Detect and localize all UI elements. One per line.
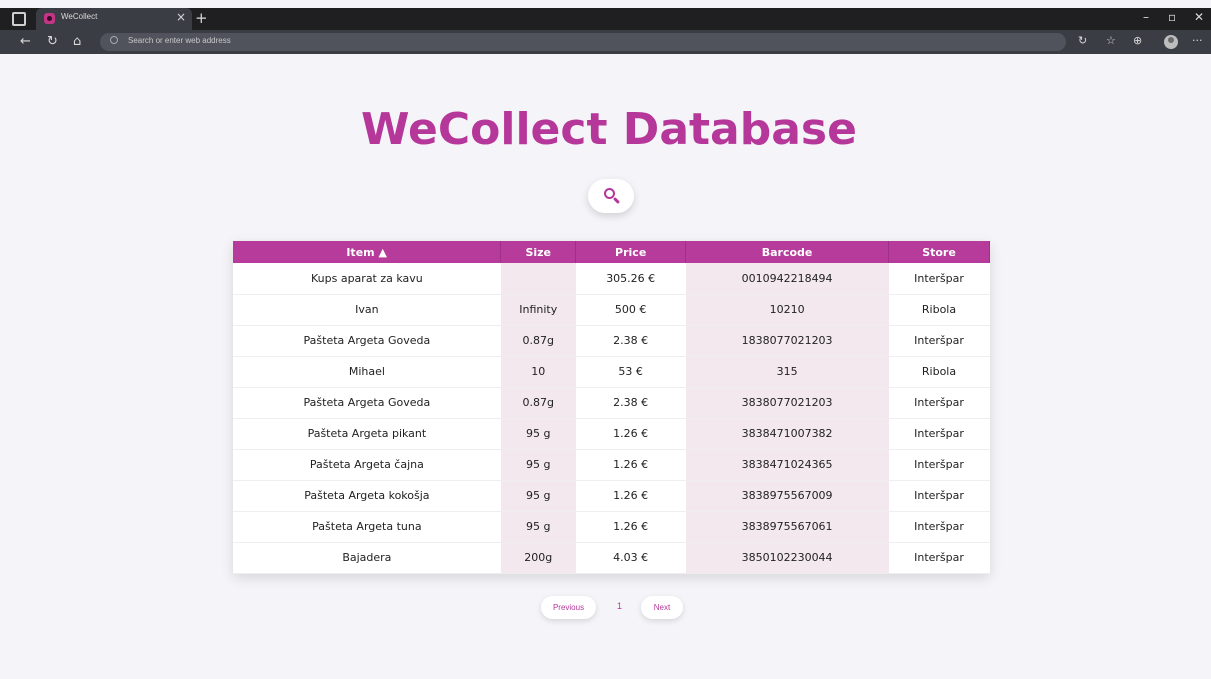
cell-barcode: 3838975567061 bbox=[685, 511, 889, 543]
back-icon[interactable]: ← bbox=[20, 34, 31, 49]
cell-price: 1.26 € bbox=[575, 480, 686, 512]
cell-store: Interšpar bbox=[888, 480, 990, 512]
address-placeholder: Search or enter web address bbox=[128, 36, 231, 45]
profile-avatar[interactable] bbox=[1164, 35, 1178, 49]
cell-store: Interšpar bbox=[888, 418, 990, 450]
cell-item: Pašteta Argeta čajna bbox=[233, 449, 501, 481]
cell-item: Mihael bbox=[233, 356, 501, 388]
items-table: Item ▲ Size Price Barcode Store Kups apa… bbox=[233, 241, 990, 574]
cell-item: Bajadera bbox=[233, 542, 501, 574]
column-header-size[interactable]: Size bbox=[500, 241, 577, 263]
tab-actions-icon[interactable] bbox=[12, 12, 26, 26]
cell-store: Interšpar bbox=[888, 263, 990, 295]
cell-size: 95 g bbox=[500, 449, 576, 481]
cell-item: Pašteta Argeta Goveda bbox=[233, 325, 501, 357]
column-header-item[interactable]: Item ▲ bbox=[233, 241, 502, 263]
collections-icon[interactable]: ⊕ bbox=[1133, 34, 1142, 47]
cell-store: Ribola bbox=[888, 294, 990, 326]
cell-price: 1.26 € bbox=[575, 418, 686, 450]
search-icon-handle bbox=[612, 196, 621, 205]
table-row: Pašteta Argeta čajna 95 g 1.26 €3838471024… bbox=[233, 449, 990, 481]
refresh-icon[interactable]: ↻ bbox=[47, 34, 58, 49]
cell-size: 95 g bbox=[500, 511, 576, 543]
tab-close-icon[interactable]: × bbox=[176, 10, 186, 24]
cell-item: Kups aparat za kavu bbox=[233, 263, 501, 295]
refresh-page-icon[interactable]: ↻ bbox=[1078, 34, 1087, 47]
current-page-number: 1 bbox=[617, 601, 623, 611]
address-input[interactable]: Search or enter web address bbox=[100, 33, 1066, 51]
home-icon[interactable]: ⌂ bbox=[73, 34, 81, 49]
cell-barcode: 3838471007382 bbox=[685, 418, 889, 450]
cell-price: 500 € bbox=[575, 294, 686, 326]
cell-price: 2.38 € bbox=[575, 325, 686, 357]
cell-item: Pašteta Argeta kokošja bbox=[233, 480, 501, 512]
cell-size bbox=[500, 263, 576, 295]
address-bar-row: ← ↻ ⌂ Search or enter web address ↻ ☆ ⊕ … bbox=[0, 30, 1211, 54]
tab-title: WeCollect bbox=[61, 12, 98, 21]
cell-size: 95 g bbox=[500, 418, 576, 450]
search-button[interactable] bbox=[588, 179, 634, 213]
cell-barcode: 10210 bbox=[685, 294, 889, 326]
table-row: Pašteta Argeta kokošja 95 g 1.26 €38389755… bbox=[233, 480, 990, 512]
site-favicon-icon bbox=[44, 13, 55, 24]
table-row: Pašteta Argeta pikant 95 g 1.26 €383847100… bbox=[233, 418, 990, 450]
cell-barcode: 1838077021203 bbox=[685, 325, 889, 357]
cell-size: 0.87g bbox=[500, 387, 576, 419]
next-page-button[interactable]: Next bbox=[641, 596, 683, 619]
browser-tab-bar: WeCollect × + – ▫ ✕ bbox=[0, 8, 1211, 30]
cell-price: 305.26 € bbox=[575, 263, 686, 295]
cell-size: Infinity bbox=[500, 294, 576, 326]
cell-item: Pašteta Argeta pikant bbox=[233, 418, 501, 450]
cell-store: Interšpar bbox=[888, 542, 990, 574]
cell-store: Interšpar bbox=[888, 511, 990, 543]
table-row: Pašteta Argeta Goveda 0.87g 2.38 €38380770… bbox=[233, 387, 990, 419]
cell-price: 4.03 € bbox=[575, 542, 686, 574]
cell-size: 0.87g bbox=[500, 325, 576, 357]
cell-store: Interšpar bbox=[888, 387, 990, 419]
favorites-icon[interactable]: ☆ bbox=[1106, 34, 1116, 47]
cell-price: 2.38 € bbox=[575, 387, 686, 419]
previous-page-button[interactable]: Previous bbox=[541, 596, 596, 619]
browser-tab[interactable]: WeCollect × bbox=[36, 8, 192, 30]
column-header-price[interactable]: Price bbox=[575, 241, 687, 263]
cell-item: Pašteta Argeta Goveda bbox=[233, 387, 501, 419]
close-window-icon[interactable]: ✕ bbox=[1194, 10, 1204, 24]
more-menu-icon[interactable]: ··· bbox=[1192, 34, 1203, 47]
cell-barcode: 3838975567009 bbox=[685, 480, 889, 512]
table-row: Pašteta Argeta Goveda 0.87g 2.38 €18380770… bbox=[233, 325, 990, 357]
cell-store: Ribola bbox=[888, 356, 990, 388]
cell-size: 200g bbox=[500, 542, 576, 574]
cell-size: 10 bbox=[500, 356, 576, 388]
maximize-icon[interactable]: ▫ bbox=[1168, 10, 1176, 24]
minimize-icon[interactable]: – bbox=[1143, 10, 1149, 24]
table-header-row: Item ▲ Size Price Barcode Store bbox=[233, 241, 990, 263]
table-row: Bajadera 200g 4.03 €3850102230044 Interšpar bbox=[233, 542, 990, 574]
cell-item: Pašteta Argeta tuna bbox=[233, 511, 501, 543]
cell-price: 1.26 € bbox=[575, 449, 686, 481]
cell-barcode: 3838077021203 bbox=[685, 387, 889, 419]
cell-store: Interšpar bbox=[888, 325, 990, 357]
cell-barcode: 315 bbox=[685, 356, 889, 388]
table-row: Pašteta Argeta tuna 95 g 1.26 €38389755670… bbox=[233, 511, 990, 543]
cell-price: 1.26 € bbox=[575, 511, 686, 543]
cell-barcode: 3838471024365 bbox=[685, 449, 889, 481]
cell-store: Interšpar bbox=[888, 449, 990, 481]
cell-size: 95 g bbox=[500, 480, 576, 512]
cell-barcode: 3850102230044 bbox=[685, 542, 889, 574]
new-tab-icon[interactable]: + bbox=[195, 9, 208, 27]
cell-item: Ivan bbox=[233, 294, 501, 326]
cell-barcode: 0010942218494 bbox=[685, 263, 889, 295]
search-icon bbox=[110, 36, 118, 44]
table-row: Ivan Infinity 500 €10210 Ribola bbox=[233, 294, 990, 326]
column-header-barcode[interactable]: Barcode bbox=[685, 241, 890, 263]
page-title: WeCollect Database bbox=[361, 104, 857, 155]
table-row: Mihael 10 53 €315 Ribola bbox=[233, 356, 990, 388]
column-header-store[interactable]: Store bbox=[888, 241, 990, 263]
table-row: Kups aparat za kavu 305.26 €0010942218494… bbox=[233, 263, 990, 295]
cell-price: 53 € bbox=[575, 356, 686, 388]
